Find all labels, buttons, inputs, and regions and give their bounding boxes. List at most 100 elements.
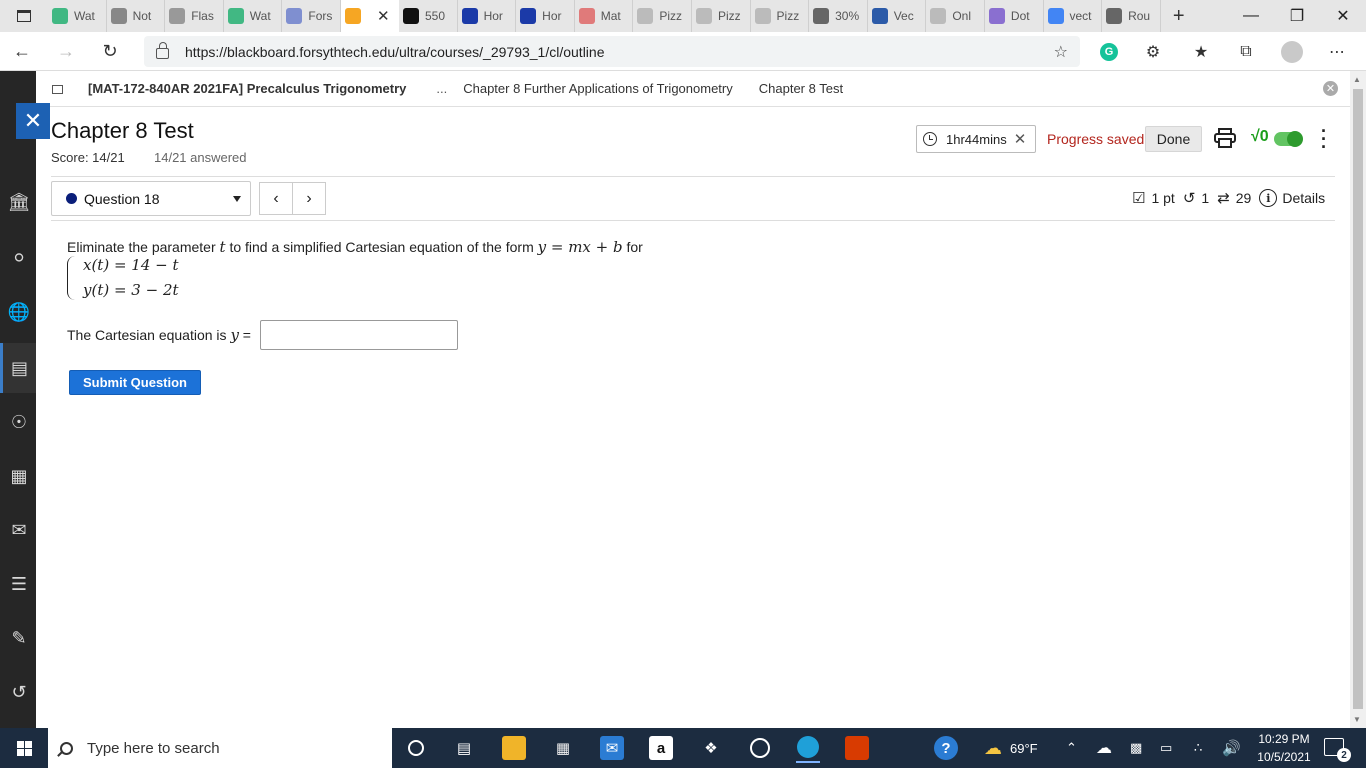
- tab-6[interactable]: 550: [399, 0, 458, 32]
- header-divider: [51, 176, 1335, 177]
- tab-4[interactable]: Fors: [282, 0, 341, 32]
- office-icon[interactable]: [845, 736, 869, 760]
- weather-widget[interactable]: ☁ 69°F: [984, 728, 1038, 768]
- tab-label: Pizz: [659, 9, 683, 23]
- globe-icon[interactable]: 🌐: [8, 301, 30, 323]
- tab-10[interactable]: Pizz: [633, 0, 692, 32]
- store-icon[interactable]: ▦: [551, 736, 575, 760]
- star-icon: [520, 8, 537, 24]
- sign-out-icon[interactable]: ↺: [8, 681, 30, 703]
- tab-18[interactable]: Rou: [1102, 0, 1161, 32]
- tools-icon[interactable]: ✎: [8, 627, 30, 649]
- new-tab-button[interactable]: +: [1161, 5, 1197, 28]
- taskbar-clock[interactable]: 10:29 PM 10/5/2021: [1248, 730, 1320, 766]
- tab-9[interactable]: Mat: [575, 0, 634, 32]
- tab-8[interactable]: Hor: [516, 0, 575, 32]
- back-button[interactable]: ←: [0, 32, 44, 71]
- minimize-button[interactable]: —: [1228, 0, 1274, 32]
- forward-button[interactable]: →: [44, 32, 88, 71]
- file-explorer-icon[interactable]: [502, 736, 526, 760]
- favorites-icon[interactable]: ★: [1189, 40, 1213, 64]
- tab-3[interactable]: Wat: [224, 0, 283, 32]
- breadcrumb-chapter[interactable]: Chapter 8 Further Applications of Trigon…: [463, 81, 733, 96]
- question-selector[interactable]: Question 18: [51, 181, 251, 216]
- refresh-button[interactable]: ↻: [88, 32, 132, 71]
- windows-taskbar: Type here to search ▤ ▦ ✉ a ❖ ? ☁ 69°F ⌃…: [0, 728, 1366, 768]
- organizations-icon[interactable]: ☉: [8, 411, 30, 433]
- institution-icon[interactable]: 🏛: [8, 191, 31, 213]
- clock-time: 10:29 PM: [1258, 732, 1310, 746]
- close-timer-icon[interactable]: ✕: [1014, 130, 1027, 148]
- add-favorite-icon[interactable]: ☆: [1054, 42, 1068, 62]
- star-icon: [461, 8, 478, 24]
- wifi-icon[interactable]: ∴: [1194, 728, 1202, 768]
- breadcrumb-ellipsis[interactable]: ...: [436, 81, 447, 96]
- scroll-up-icon[interactable]: ▲: [1353, 75, 1361, 84]
- restore-button[interactable]: ❐: [1274, 0, 1320, 32]
- tab-15[interactable]: Onl: [926, 0, 985, 32]
- math-entry-icon[interactable]: √0: [1251, 128, 1269, 146]
- tab-16[interactable]: Dot: [985, 0, 1044, 32]
- tab-label: Vec: [893, 9, 914, 23]
- profile-avatar[interactable]: [1280, 40, 1304, 64]
- tab-17[interactable]: vect: [1044, 0, 1103, 32]
- app-icon[interactable]: [748, 736, 772, 760]
- close-tab-icon[interactable]: ✕: [377, 7, 390, 25]
- grades-icon[interactable]: ☰: [8, 573, 30, 595]
- previous-question-button[interactable]: ‹: [259, 182, 293, 215]
- onedrive-icon[interactable]: ☁: [1096, 728, 1112, 768]
- address-bar[interactable]: https://blackboard.forsythtech.edu/ultra…: [144, 36, 1080, 67]
- extensions-icon[interactable]: ⚙: [1141, 40, 1165, 64]
- scrollbar-thumb[interactable]: [1353, 89, 1363, 709]
- mail-icon[interactable]: ✉: [600, 736, 624, 760]
- device-icon[interactable]: ▩: [1130, 728, 1142, 768]
- mail-icon: [578, 8, 595, 24]
- messages-icon[interactable]: ✉: [8, 519, 30, 541]
- tab-0[interactable]: Wat: [48, 0, 107, 32]
- info-icon[interactable]: i: [1259, 189, 1278, 207]
- show-hidden-icons[interactable]: ⌃: [1066, 728, 1077, 768]
- tab-12[interactable]: Pizz: [751, 0, 810, 32]
- collections-icon[interactable]: ⧉: [1234, 40, 1258, 64]
- details-link[interactable]: Details: [1282, 190, 1325, 206]
- start-button[interactable]: [0, 728, 48, 768]
- more-options-icon[interactable]: · · ·: [1316, 122, 1332, 156]
- close-window-button[interactable]: ✕: [1320, 0, 1366, 32]
- tab-label: Hor: [542, 9, 562, 23]
- page-scrollbar[interactable]: ▲ ▼: [1350, 71, 1366, 728]
- done-button[interactable]: Done: [1145, 126, 1202, 152]
- taskbar-search-box[interactable]: Type here to search: [48, 728, 392, 768]
- volume-icon[interactable]: 🔊: [1222, 728, 1241, 768]
- cortana-icon[interactable]: [404, 736, 428, 760]
- scroll-down-icon[interactable]: ▼: [1353, 715, 1361, 724]
- tab-5[interactable]: ✕: [340, 0, 399, 32]
- close-breadcrumb-icon[interactable]: ✕: [1323, 81, 1338, 96]
- tab-14[interactable]: Vec: [868, 0, 927, 32]
- grammarly-icon[interactable]: G: [1097, 40, 1121, 64]
- profile-icon[interactable]: ⚪: [8, 247, 30, 269]
- breadcrumb-course[interactable]: [MAT-172-840AR 2021FA] Precalculus Trigo…: [88, 81, 406, 96]
- close-panel-button[interactable]: ✕: [16, 103, 50, 139]
- amazon-icon[interactable]: a: [649, 736, 673, 760]
- tab-11[interactable]: Pizz: [692, 0, 751, 32]
- task-view-icon[interactable]: ▤: [452, 736, 476, 760]
- math-entry-toggle[interactable]: [1274, 131, 1303, 147]
- calendar-icon[interactable]: ▦: [8, 465, 30, 487]
- courses-icon[interactable]: ▤: [0, 343, 36, 393]
- notification-center-icon[interactable]: 2: [1324, 738, 1351, 762]
- tab-actions-icon[interactable]: [0, 0, 48, 32]
- next-question-button[interactable]: ›: [292, 182, 326, 215]
- dropbox-icon[interactable]: ❖: [699, 736, 723, 760]
- edge-icon[interactable]: [796, 733, 820, 763]
- tab-1[interactable]: Not: [107, 0, 166, 32]
- battery-icon[interactable]: ▭: [1160, 728, 1172, 768]
- tab-13[interactable]: 30%: [809, 0, 868, 32]
- print-icon[interactable]: [1214, 128, 1236, 148]
- answer-input[interactable]: [260, 320, 458, 350]
- submit-question-button[interactable]: Submit Question: [69, 370, 201, 395]
- tab-7[interactable]: Hor: [458, 0, 517, 32]
- settings-more-icon[interactable]: ⋯: [1325, 40, 1349, 64]
- help-icon[interactable]: ?: [934, 736, 958, 760]
- blackboard-nav-rail: 🏛 ⚪ 🌐 ▤ ☉ ▦ ✉ ☰ ✎ ↺: [0, 71, 36, 728]
- tab-2[interactable]: Flas: [165, 0, 224, 32]
